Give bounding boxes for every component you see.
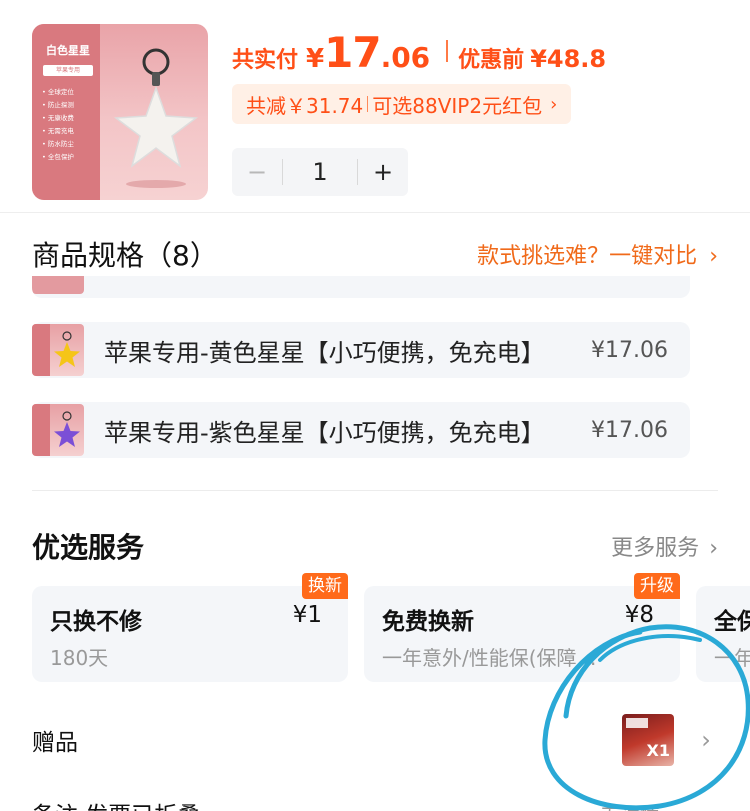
chevron-right-icon: › [709, 244, 718, 269]
thumbnail-tag: 苹果专用 [43, 65, 93, 76]
service-price: ¥8 [624, 602, 654, 628]
yellow-star-icon [54, 331, 80, 367]
gift-thumbnail[interactable]: X1 [622, 714, 674, 766]
service-card[interactable]: 换新 只换不修 ¥1 180天 [32, 573, 348, 682]
service-name: 全保 [714, 609, 750, 635]
thumbnail-feature: 全包保护 [42, 151, 74, 164]
spec-option-price: ¥17.06 [591, 337, 668, 363]
service-name: 只换不修 [50, 609, 142, 635]
paid-price-integer: 17 [324, 28, 381, 77]
final-price-line: 共实付 ¥ 17 .06 优惠前 ¥48.8 [232, 28, 607, 77]
spec-option-name: 苹果专用-紫色星星【小巧便携，免充电】 [104, 418, 545, 447]
product-thumbnail[interactable]: 白色星星 苹果专用 全球定位 防止探测 无康收费 无需充电 防水防尘 全包保护 [32, 24, 208, 200]
service-name: 免费换新 [382, 609, 474, 635]
paid-price-decimal: .06 [380, 41, 431, 74]
original-price: ¥48.8 [530, 45, 607, 73]
quantity-stepper: − 1 + [232, 148, 408, 196]
total-discount: 共减￥31.74 [246, 93, 364, 118]
gift-row[interactable]: 赠品 X1 › [32, 712, 718, 768]
thumbnail-info-panel [32, 404, 50, 456]
spec-header: 商品规格（8） 款式挑选难？一键对比 › [32, 232, 718, 276]
thumbnail-info-panel [32, 324, 50, 376]
service-card[interactable]: 升级 免费换新 ¥8 一年意外/性能保(保障… [364, 573, 680, 682]
coupon-divider [367, 96, 369, 112]
chevron-right-icon: › [550, 93, 558, 115]
service-badge: 换新 [302, 573, 348, 599]
service-description: 一年 [714, 646, 750, 670]
thumbnail-feature: 防止探测 [42, 99, 74, 112]
increase-quantity-button[interactable]: + [358, 158, 408, 186]
thumbnail-feature: 防水防尘 [42, 138, 74, 151]
spec-option[interactable]: 苹果专用-紫色星星【小巧便携，免充电】 ¥17.06 [32, 402, 690, 458]
order-summary: 白色星星 苹果专用 全球定位 防止探测 无康收费 无需充电 防水防尘 全包保护 … [0, 0, 750, 212]
spec-option[interactable]: 苹果专用-黄色星星【小巧便携，免充电】 ¥17.06 [32, 322, 690, 378]
gift-thumbnail-label [626, 718, 648, 728]
gift-label: 赠品 [32, 730, 78, 756]
service-card[interactable]: 全保 一年 [696, 586, 750, 682]
chevron-right-icon: › [701, 726, 711, 754]
paid-label: 共实付 [232, 48, 299, 73]
spec-option-name: 苹果专用-黄色星星【小巧便携，免充电】 [104, 338, 545, 367]
original-price-label: 优惠前 [458, 48, 525, 73]
more-services-label: 更多服务 [611, 536, 700, 561]
thumbnail-title: 白色星星 [46, 44, 90, 57]
service-price: ¥1 [292, 602, 322, 628]
spec-option-thumbnail [32, 276, 84, 294]
discount-coupon-banner[interactable]: 共减￥31.74 可选88VIP2元红包 › [232, 84, 572, 124]
currency-symbol: ¥ [306, 44, 325, 74]
purple-star-icon [54, 411, 80, 447]
vip-redpacket-offer: 可选88VIP2元红包 [372, 93, 543, 118]
gift-thumbnail-text: X1 [646, 741, 670, 760]
chevron-right-icon: › [709, 536, 718, 561]
decrease-quantity-button[interactable]: − [232, 158, 282, 186]
thumbnail-feature: 无康收费 [42, 112, 74, 125]
thumbnail-feature-list: 全球定位 防止探测 无康收费 无需充电 防水防尘 全包保护 [42, 86, 74, 164]
spec-option-price: ¥17.06 [591, 417, 668, 443]
more-services-link[interactable]: 更多服务 › [611, 530, 718, 562]
remarks-invoice-row[interactable]: 备注 发票已折叠 [32, 796, 200, 811]
service-badge: 升级 [634, 573, 680, 599]
services-title: 优选服务 [32, 531, 145, 564]
remarks-detail: 无详情 [600, 800, 660, 811]
compare-styles-link[interactable]: 款式挑选难？一键对比 › [477, 238, 718, 270]
price-separator [446, 40, 449, 62]
quantity-value[interactable]: 1 [283, 158, 357, 186]
star-keychain-icon [113, 48, 199, 188]
spec-option-thumbnail [32, 324, 84, 376]
services-header: 优选服务 更多服务 › [32, 524, 718, 568]
spec-option-thumbnail [32, 404, 84, 456]
thumbnail-feature: 全球定位 [42, 86, 74, 99]
section-divider [0, 212, 750, 213]
spec-title: 商品规格（8） [32, 239, 218, 272]
thumbnail-feature: 无需充电 [42, 125, 74, 138]
service-description: 一年意外/性能保(保障… [382, 646, 597, 670]
service-description: 180天 [50, 646, 109, 670]
compare-label: 款式挑选难？一键对比 [477, 244, 698, 269]
section-divider [32, 490, 718, 491]
spec-option-partial[interactable] [32, 276, 690, 298]
